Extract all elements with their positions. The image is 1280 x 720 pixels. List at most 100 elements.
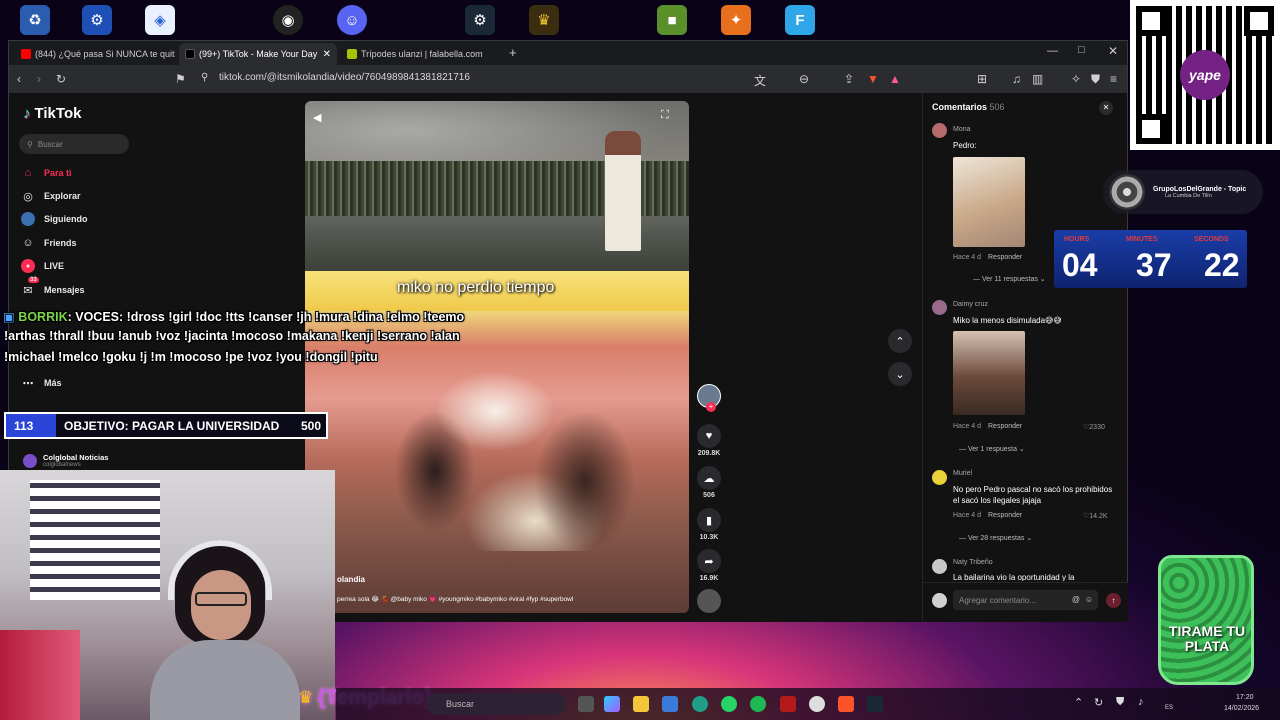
nav-siguiendo[interactable]: Siguiendo: [21, 212, 88, 226]
reload-icon[interactable]: ↻: [56, 72, 66, 86]
sound-disc[interactable]: [697, 589, 721, 613]
minecraft-icon[interactable]: ■: [657, 5, 687, 35]
share-icon[interactable]: ⇪: [844, 72, 854, 86]
close-window-icon[interactable]: ✕: [1108, 44, 1118, 58]
microphone-icon[interactable]: ♪: [1138, 696, 1144, 708]
like-count-comment[interactable]: ♡14.2K: [1083, 512, 1108, 520]
save-button[interactable]: ▮: [697, 508, 721, 532]
following-account[interactable]: Colglobal Noticias colglobalnews: [23, 453, 108, 468]
view-replies[interactable]: — Ver 28 respuestas ⌄: [959, 534, 1032, 542]
tiktok-logo[interactable]: ♪ TikTok: [23, 105, 81, 122]
site-info-icon[interactable]: ⚲: [201, 72, 208, 83]
bookmark-icon[interactable]: ⚑: [175, 72, 186, 86]
nav-mensajes[interactable]: ✉ 33 Mensajes: [21, 277, 85, 297]
translate-icon[interactable]: 文: [754, 72, 766, 89]
comment-input[interactable]: Agregar comentario... @ ☺: [953, 590, 1098, 610]
vpn-icon[interactable]: ⛊: [1091, 72, 1100, 87]
brave-rewards-icon[interactable]: ▲: [889, 72, 901, 86]
brave-shield-icon[interactable]: ▼: [867, 72, 879, 86]
avatar[interactable]: [932, 559, 947, 574]
reply-button[interactable]: Responder: [988, 423, 1022, 430]
game-icon[interactable]: ♛: [529, 5, 559, 35]
new-tab-icon[interactable]: +: [509, 45, 517, 60]
volume-icon[interactable]: ◀: [313, 111, 321, 124]
comment-user[interactable]: Naty Tribeño: [953, 559, 993, 566]
video-author[interactable]: olandia: [337, 575, 365, 584]
nav-explorar[interactable]: ◎ Explorar: [21, 189, 80, 203]
clock-time[interactable]: 17:20: [1236, 694, 1254, 701]
chat-line-1: ▣ BORRIK: VOCES: !dross !girl !doc !tts …: [3, 309, 464, 324]
nav-para-ti[interactable]: ⌂ Para ti: [21, 166, 72, 180]
tray-chevron-icon[interactable]: ⌃: [1074, 696, 1083, 709]
file-explorer-icon[interactable]: [633, 696, 649, 712]
send-icon[interactable]: ↑: [1106, 593, 1121, 608]
fullscreen-icon[interactable]: ⛶: [661, 109, 669, 122]
share-button[interactable]: ➦: [697, 549, 721, 573]
spotify-icon[interactable]: [750, 696, 766, 712]
comment-user[interactable]: Daimy cruz: [953, 301, 988, 308]
edge-icon[interactable]: [692, 696, 708, 712]
steam-icon[interactable]: ⚙: [465, 5, 495, 35]
reply-button[interactable]: Responder: [988, 254, 1022, 261]
nav-live[interactable]: ● LIVE: [21, 259, 64, 273]
counter-strike-icon[interactable]: ✦: [721, 5, 751, 35]
tray-icon[interactable]: ⛊: [1116, 696, 1124, 709]
task-view-icon[interactable]: [578, 696, 594, 712]
app-icon[interactable]: ⚙: [82, 5, 112, 35]
tab-youtube[interactable]: (844) ¿Qué pasa Si NUNCA te quitas: [15, 43, 175, 65]
tab-falabella[interactable]: Trípodes ulanzi | falabella.com: [341, 43, 501, 65]
next-video-button[interactable]: ⌄: [888, 362, 912, 386]
brave-taskbar-icon[interactable]: [838, 696, 854, 712]
avatar[interactable]: [932, 123, 947, 138]
recycle-bin-icon[interactable]: ♻: [20, 5, 50, 35]
forward-icon[interactable]: ›: [37, 72, 41, 86]
avatar[interactable]: [932, 470, 947, 485]
view-replies[interactable]: — Ver 1 respuesta ⌄: [959, 445, 1025, 453]
app-icon-2[interactable]: ◈: [145, 5, 175, 35]
nav-friends[interactable]: ☺ Friends: [21, 236, 76, 250]
view-replies[interactable]: — Ver 11 respuestas ⌄: [973, 275, 1046, 283]
emoji-icon[interactable]: ☺: [1085, 595, 1093, 604]
comment-image[interactable]: [953, 331, 1025, 415]
follow-plus-icon[interactable]: +: [706, 402, 716, 412]
discord-icon[interactable]: ☺: [337, 5, 367, 35]
sidebar-icon[interactable]: ▥: [1032, 72, 1043, 86]
obs-taskbar-icon[interactable]: [809, 696, 825, 712]
app-red-icon[interactable]: [780, 696, 796, 712]
language-indicator[interactable]: ES: [1165, 705, 1173, 711]
reply-button[interactable]: Responder: [988, 512, 1022, 519]
url-field[interactable]: tiktok.com/@itsmikolandia/video/76049898…: [219, 72, 470, 83]
close-tab-icon[interactable]: ✕: [323, 49, 331, 60]
search-input[interactable]: ⚲ Buscar: [19, 134, 129, 154]
comment-user[interactable]: Muriel: [953, 470, 972, 477]
prev-video-button[interactable]: ⌃: [888, 329, 912, 353]
music-icon[interactable]: ♫: [1012, 72, 1021, 86]
close-comments-icon[interactable]: ✕: [1099, 101, 1113, 115]
like-count-comment[interactable]: ♡2330: [1083, 423, 1105, 431]
store-icon[interactable]: [662, 696, 678, 712]
steam-taskbar-icon[interactable]: [867, 696, 883, 712]
obs-icon[interactable]: ◉: [273, 5, 303, 35]
app-f-icon[interactable]: F: [785, 5, 815, 35]
minimize-icon[interactable]: —: [1047, 45, 1058, 57]
back-icon[interactable]: ‹: [17, 72, 21, 86]
extension-icon[interactable]: ⊞: [977, 72, 987, 86]
comment-button[interactable]: ☁: [697, 466, 721, 490]
like-button[interactable]: ♥: [697, 424, 721, 448]
taskbar-search[interactable]: Buscar: [426, 693, 566, 715]
maximize-icon[interactable]: □: [1078, 44, 1085, 56]
comment-image[interactable]: [953, 157, 1025, 247]
clock-date[interactable]: 14/02/2026: [1224, 705, 1259, 712]
tray-icon[interactable]: ↻: [1094, 696, 1103, 709]
comment-count: 506: [703, 492, 715, 499]
zoom-icon[interactable]: ⊖: [799, 72, 809, 86]
mention-icon[interactable]: @: [1072, 595, 1080, 604]
comment-user[interactable]: Mona: [953, 126, 971, 133]
copilot-icon[interactable]: [604, 696, 620, 712]
menu-icon[interactable]: ≡: [1110, 72, 1117, 86]
tab-tiktok[interactable]: (99+) TikTok - Make Your Day ✕: [179, 43, 337, 65]
nav-mas[interactable]: ⋯ Más: [21, 376, 62, 390]
avatar[interactable]: [932, 300, 947, 315]
whatsapp-icon[interactable]: [721, 696, 737, 712]
ai-icon[interactable]: ✧: [1071, 72, 1081, 86]
